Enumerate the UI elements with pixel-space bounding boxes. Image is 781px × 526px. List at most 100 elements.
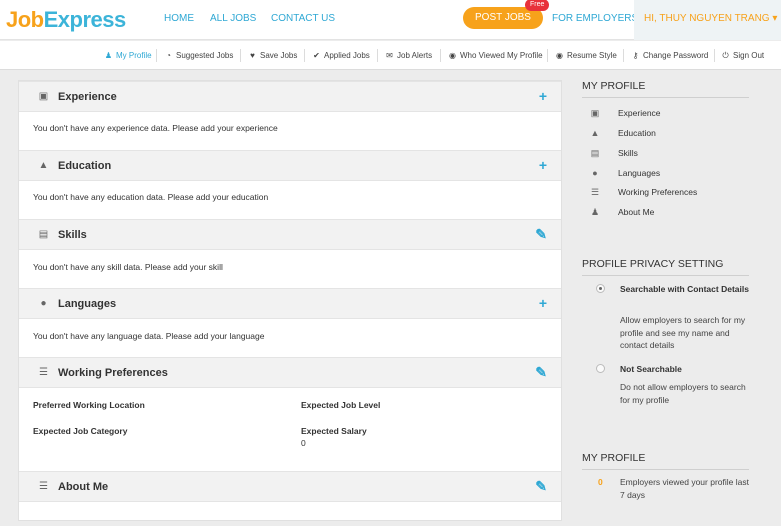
subnav-label: Applied Jobs [324, 51, 370, 60]
divider [304, 49, 305, 62]
preferred-location-label: Preferred Working Location [33, 400, 145, 410]
list-icon: ☰ [39, 367, 48, 378]
section-header-education: ▲ Education + [19, 150, 561, 181]
divider [156, 49, 157, 62]
subnav-suggested-jobs[interactable]: ◔ Suggested Jobs [164, 51, 233, 60]
user-greeting: HI, THUY NGUYEN TRANG ▾ [644, 13, 777, 24]
jobexpress-logo[interactable]: JobExpress [6, 7, 126, 33]
profile-menu-education[interactable]: Education [618, 128, 656, 138]
profile-stats-heading: MY PROFILE [582, 452, 646, 464]
person-icon: ♟ [104, 51, 113, 60]
tools-icon: ▤ [38, 229, 49, 240]
for-employers-link[interactable]: FOR EMPLOYERS [552, 13, 638, 24]
subnav-label: Save Jobs [260, 51, 298, 60]
pencil-icon[interactable]: ✎ [535, 479, 547, 493]
section-header-skills: ▤ Skills ✎ [19, 219, 561, 250]
divider [240, 49, 241, 62]
logo-text-express: Express [43, 7, 127, 32]
profile-view-desc: Employers viewed your profile last 7 day… [620, 477, 749, 500]
nav-contact-us-link[interactable]: CONTACT US [271, 13, 335, 24]
expected-level-label: Expected Job Level [301, 400, 381, 410]
eye-icon: ◉ [449, 51, 456, 60]
expected-category-label: Expected Job Category [33, 426, 128, 436]
profile-view-count: 0 [598, 477, 603, 487]
subnav-resume-style[interactable]: ◉ Resume Style [555, 51, 617, 60]
subnav-applied-jobs[interactable]: ✔ Applied Jobs [312, 51, 370, 60]
pencil-icon[interactable]: ✎ [535, 365, 547, 379]
subnav-label: Change Password [643, 51, 709, 60]
subnav-job-alerts[interactable]: ✉ Job Alerts [385, 51, 432, 60]
profile-menu-about-me[interactable]: About Me [618, 207, 654, 217]
divider [582, 275, 749, 276]
section-empty-text: You don't have any skill data. Please ad… [33, 262, 223, 272]
subnav-label: Sign Out [733, 51, 765, 60]
nav-all-jobs-link[interactable]: ALL JOBS [210, 13, 256, 24]
divider [582, 469, 749, 470]
plus-icon[interactable]: + [539, 158, 547, 172]
logo-text-job: Job [6, 7, 44, 32]
profile-menu-skills[interactable]: Skills [618, 148, 638, 158]
divider [582, 97, 749, 98]
privacy-option-desc: Allow employers to search for my profile… [620, 315, 746, 350]
subnav-sign-out[interactable]: ⏻ Sign Out [721, 51, 764, 61]
divider [714, 49, 715, 62]
plus-icon[interactable]: + [539, 296, 547, 310]
section-empty-text: You don't have any experience data. Plea… [33, 123, 278, 133]
list-icon: ☰ [590, 187, 600, 197]
divider [377, 49, 378, 62]
expected-salary-value: 0 [301, 438, 306, 448]
subnav-label: Suggested Jobs [176, 51, 234, 60]
free-badge: Free [525, 0, 550, 11]
privacy-option-title: Not Searchable [620, 364, 682, 374]
section-header-about-me: ☰ About Me ✎ [19, 471, 561, 502]
user-menu[interactable]: HI, THUY NGUYEN TRANG ▾ [634, 0, 781, 40]
mail-icon: ✉ [386, 51, 393, 60]
subnav-my-profile[interactable]: ♟ My Profile [104, 51, 152, 60]
subnav-label: Resume Style [567, 51, 617, 60]
section-title: Working Preferences [58, 367, 168, 379]
section-title: Skills [58, 229, 87, 241]
subnav-save-jobs[interactable]: ♥ Save Jobs [248, 51, 297, 60]
graduation-cap-icon: ▲ [38, 160, 49, 171]
pencil-icon[interactable]: ✎ [535, 227, 547, 241]
privacy-option-title: Searchable with Contact Details [620, 284, 749, 294]
section-header-languages: ● Languages + [19, 288, 561, 319]
section-title: Education [58, 160, 112, 172]
bell-icon: ◔ [166, 51, 171, 60]
subnav-label: Job Alerts [397, 51, 433, 60]
divider [440, 49, 441, 62]
privacy-searchable-radio[interactable] [596, 284, 605, 293]
section-header-experience: ▣ Experience + [19, 81, 561, 112]
section-title: About Me [58, 481, 109, 493]
section-empty-text: You don't have any education data. Pleas… [33, 192, 269, 202]
subnav-who-viewed[interactable]: ◉ Who Viewed My Profile [448, 51, 543, 60]
check-icon: ✔ [313, 51, 320, 60]
section-empty-text: You don't have any language data. Please… [33, 331, 265, 341]
account-subnav: ♟ My Profile ◔ Suggested Jobs ♥ Save Jobs ✔… [0, 41, 781, 70]
subnav-label: My Profile [116, 51, 152, 60]
person-icon: ♟ [590, 207, 600, 217]
graduation-cap-icon: ▲ [590, 128, 600, 138]
section-header-working-preferences: ☰ Working Preferences ✎ [19, 357, 561, 388]
power-icon: ⏻ [722, 51, 729, 60]
profile-main-panel: ▣ Experience + You don't have any experi… [18, 80, 562, 521]
key-icon: ⚷ [632, 51, 639, 60]
divider [547, 49, 548, 62]
profile-menu-experience[interactable]: Experience [618, 108, 661, 118]
profile-menu-languages[interactable]: Languages [618, 168, 660, 178]
plus-icon[interactable]: + [539, 89, 547, 103]
subnav-change-password[interactable]: ⚷ Change Password [631, 51, 709, 60]
privacy-option-desc: Do not allow employers to search for my … [620, 382, 746, 405]
privacy-not-searchable-radio[interactable] [596, 364, 605, 373]
profile-menu-working-preferences[interactable]: Working Preferences [618, 187, 697, 197]
heart-icon: ♥ [250, 51, 255, 60]
section-title: Languages [58, 298, 117, 310]
my-profile-heading: MY PROFILE [582, 80, 646, 92]
tools-icon: ▤ [590, 148, 600, 158]
top-navbar: JobExpress HOME ALL JOBS CONTACT US POST… [0, 0, 781, 40]
speech-bubble-icon: ● [592, 168, 598, 178]
nav-home-link[interactable]: HOME [164, 13, 194, 24]
list-icon: ☰ [39, 481, 48, 492]
speech-bubble-icon: ● [40, 298, 47, 309]
subnav-label: Who Viewed My Profile [460, 51, 543, 60]
